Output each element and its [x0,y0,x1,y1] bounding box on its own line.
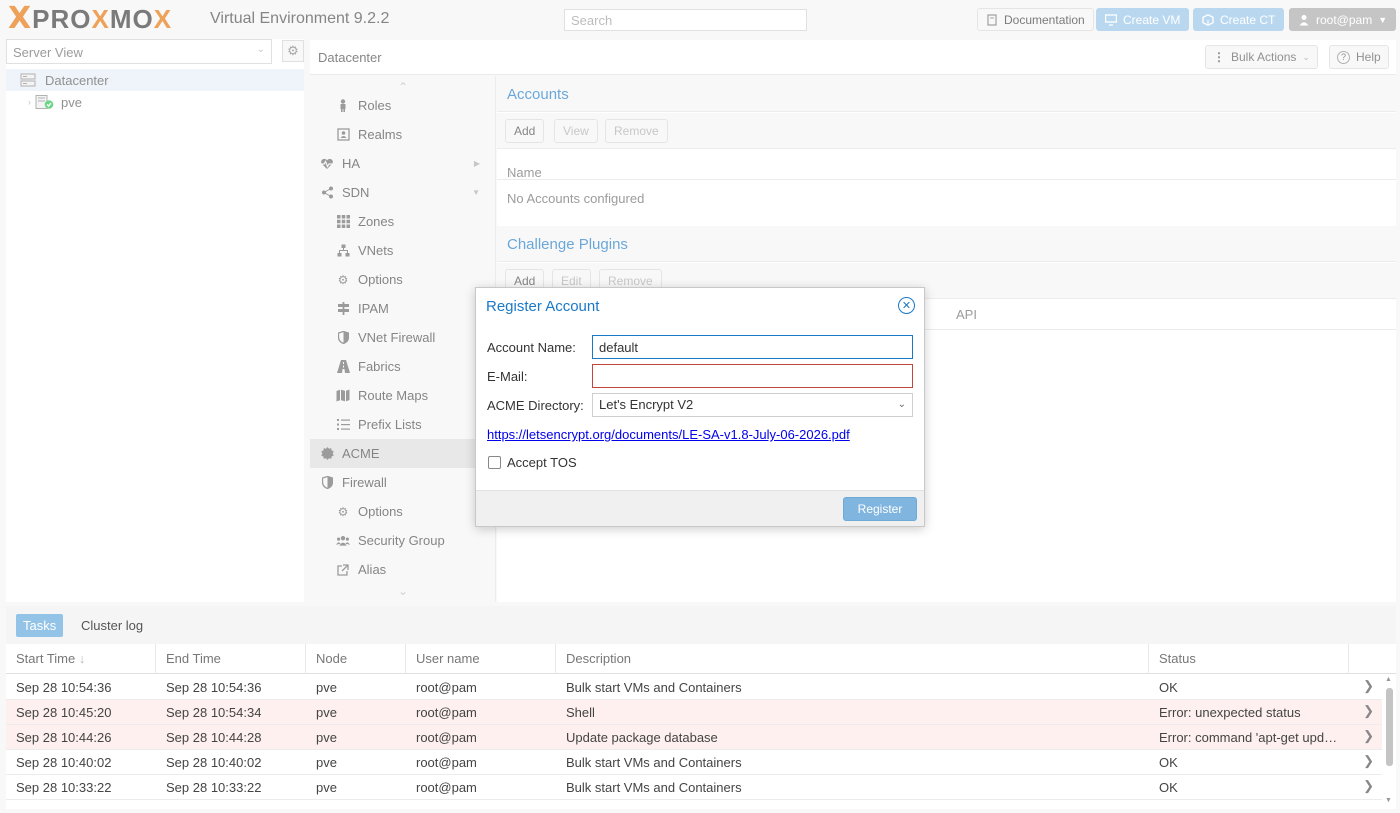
open-task-icon[interactable]: ❯ [1363,728,1374,744]
scroll-down-arrow-icon[interactable]: ▼ [1385,797,1392,804]
accept-tos-checkbox[interactable] [488,456,501,469]
acme-directory-label: ACME Directory: [487,397,584,413]
table-row[interactable]: Sep 28 10:44:26 Sep 28 10:44:28 pve root… [6,725,1382,750]
acme-directory-value: Let's Encrypt V2 [599,397,694,412]
scrollbar-thumb[interactable] [1386,688,1393,766]
open-task-icon[interactable]: ❯ [1363,778,1374,794]
account-name-label: Account Name: [487,339,576,355]
email-field[interactable] [592,364,913,388]
column-end-time[interactable]: End Time [156,644,306,674]
dialog-footer: Register [476,490,924,526]
acme-directory-select[interactable]: Let's Encrypt V2 ⌄ [592,393,913,417]
column-node[interactable]: Node [306,644,406,674]
open-task-icon[interactable]: ❯ [1363,753,1374,769]
column-start-time[interactable]: Start Time ↓ [6,644,156,674]
table-row[interactable]: Sep 28 10:54:36 Sep 28 10:54:36 pve root… [6,675,1382,700]
task-log-header: Start Time ↓ End Time Node User name Des… [6,644,1396,674]
chevron-down-icon: ⌄ [897,399,906,410]
table-row[interactable]: Sep 28 10:45:20 Sep 28 10:54:34 pve root… [6,700,1382,725]
accept-tos-label[interactable]: Accept TOS [507,455,577,470]
account-name-row: Account Name: [487,335,915,359]
tos-link[interactable]: https://letsencrypt.org/documents/LE-SA-… [487,427,850,442]
task-log-panel: Tasks Cluster log Start Time ↓ End Time … [6,606,1396,809]
dialog-title: Register Account [486,298,600,315]
register-account-dialog: Register Account ✕ Account Name: E-Mail:… [475,287,925,527]
register-button[interactable]: Register [843,497,917,521]
column-description[interactable]: Description [556,644,1149,674]
task-log-scrollbar[interactable]: ▲ ▼ [1385,676,1393,804]
tab-cluster-log[interactable]: Cluster log [74,614,150,637]
email-row: E-Mail: [487,364,915,388]
tab-tasks[interactable]: Tasks [16,614,64,637]
task-log-tabs: Tasks Cluster log [6,606,1396,644]
sort-desc-icon: ↓ [78,651,86,666]
table-row[interactable]: Sep 28 10:40:02 Sep 28 10:40:02 pve root… [6,750,1382,775]
email-label: E-Mail: [487,368,528,384]
scroll-up-arrow-icon[interactable]: ▲ [1385,676,1392,683]
open-task-icon[interactable]: ❯ [1363,678,1374,694]
account-name-input[interactable] [592,335,913,359]
close-icon[interactable]: ✕ [898,297,915,314]
table-row[interactable]: Sep 28 10:33:22 Sep 28 10:33:22 pve root… [6,775,1382,800]
acme-directory-row: ACME Directory: Let's Encrypt V2 ⌄ [487,393,915,417]
column-user-name[interactable]: User name [406,644,556,674]
open-task-icon[interactable]: ❯ [1363,703,1374,719]
dialog-header: Register Account ✕ [476,288,924,323]
column-status[interactable]: Status [1149,644,1349,674]
